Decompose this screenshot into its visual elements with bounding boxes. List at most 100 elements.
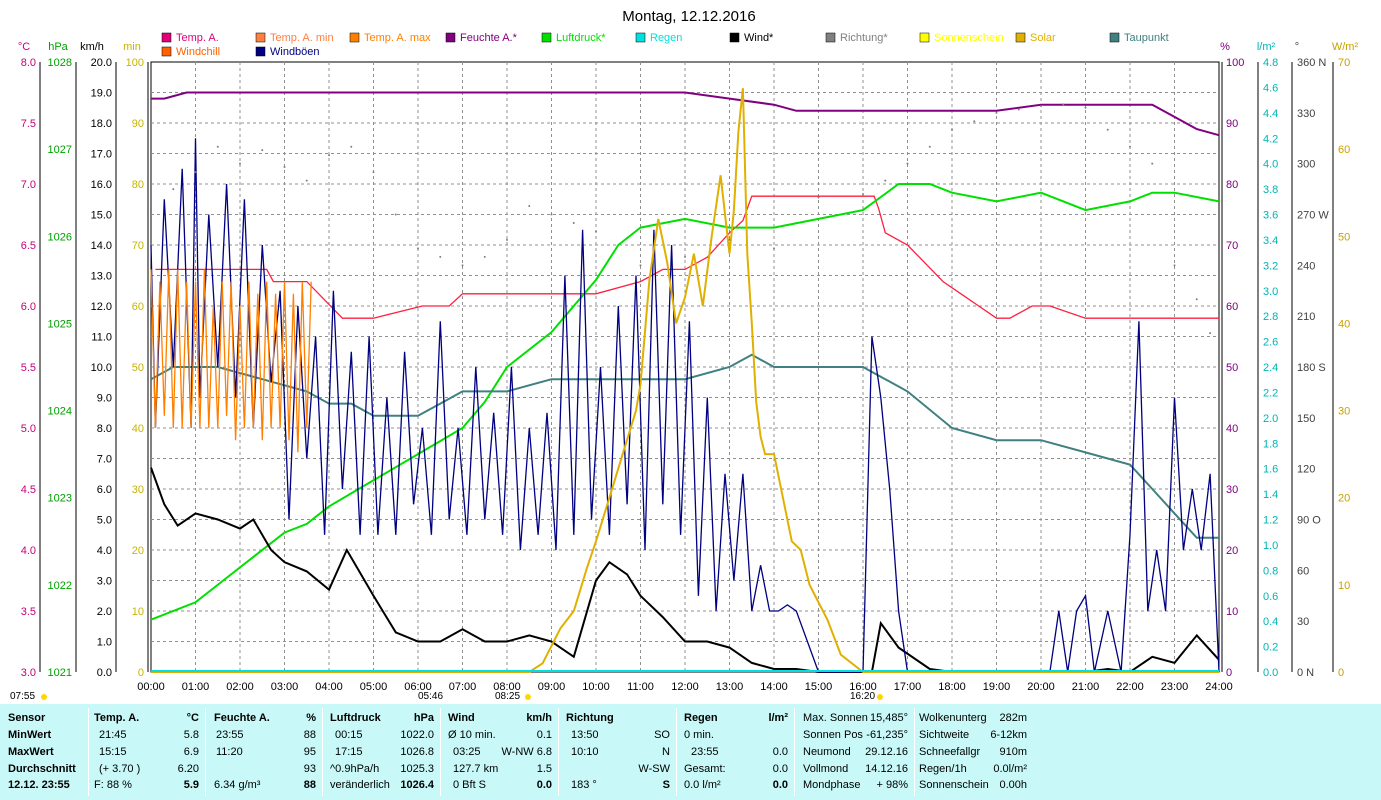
direction-point bbox=[995, 111, 998, 114]
humidity-axis-tick: 90 bbox=[1226, 118, 1238, 130]
x-tick-label: 23:00 bbox=[1161, 681, 1189, 693]
solar-axis-tick: 10 bbox=[1338, 580, 1350, 592]
rain-header: Regen bbox=[684, 712, 718, 724]
wind-min-value: 0.1 bbox=[536, 729, 552, 741]
wind-axis-tick: 2.0 bbox=[97, 606, 112, 618]
x-tick-label: 00:00 bbox=[137, 681, 165, 693]
solar-axis-tick: 40 bbox=[1338, 318, 1350, 330]
rain-unit: l/m² bbox=[768, 712, 788, 724]
wind-avg-label: Ø 10 min. bbox=[448, 729, 496, 741]
legend-swatch bbox=[1109, 32, 1120, 43]
direction-point bbox=[973, 120, 976, 123]
rain-max-time: 23:55 bbox=[691, 746, 719, 758]
direction-point bbox=[172, 188, 175, 191]
temp-axis-tick: 7.5 bbox=[21, 118, 36, 130]
rain-axis-tick: 1.0 bbox=[1263, 540, 1278, 552]
wind-axis-tick: 13.0 bbox=[91, 271, 112, 283]
direction-point bbox=[194, 171, 197, 174]
x-tick-label: 14:00 bbox=[760, 681, 788, 693]
wind-avg-value: 1.5 bbox=[536, 763, 552, 775]
humidity-axis-tick: 20 bbox=[1226, 545, 1238, 557]
cloud-label-1: Sichtweite bbox=[919, 729, 970, 741]
x-tick-label: 10:00 bbox=[582, 681, 610, 693]
rain-axis-tick: 0.2 bbox=[1263, 642, 1278, 654]
x-tick-label: 24:00 bbox=[1205, 681, 1233, 693]
x-tick-label: 04:00 bbox=[315, 681, 343, 693]
weather-chart: Montag, 12.12.201600:00 01:00 02:00 03:00 04… bbox=[10, 8, 1358, 702]
astro-value-4: + 98% bbox=[876, 779, 909, 791]
legend-label: Windböen bbox=[270, 46, 320, 58]
astro-label-2: Neumond bbox=[803, 746, 851, 758]
sunshine-min-axis-tick: 30 bbox=[132, 484, 144, 496]
rain-axis-tick: 3.2 bbox=[1263, 260, 1278, 272]
sunshine-min-axis-tick: 60 bbox=[132, 301, 144, 313]
direction-point bbox=[483, 255, 486, 258]
rain-max-value: 0.0 bbox=[772, 746, 788, 758]
astro-value-0: 15,485° bbox=[869, 712, 908, 724]
wind-unit: km/h bbox=[526, 712, 552, 724]
pressure-unit: hPa bbox=[413, 712, 434, 724]
rain-total-label: Gesamt: bbox=[684, 763, 726, 775]
direction-axis-tick: 150 bbox=[1297, 413, 1315, 425]
solar-axis-tick: 60 bbox=[1338, 144, 1350, 156]
cloud-value-1: 6-12km bbox=[990, 729, 1027, 741]
pressure-max-value: 1026.8 bbox=[400, 746, 434, 758]
rain-axis-tick: 1.8 bbox=[1263, 438, 1278, 450]
pressure-axis-tick: 1022 bbox=[48, 580, 72, 592]
wind-axis-tick: 0.0 bbox=[97, 667, 112, 679]
direction-current-value: S bbox=[662, 779, 670, 791]
x-tick-label: 02:00 bbox=[226, 681, 254, 693]
cloud-value-4: 0.00h bbox=[999, 779, 1027, 791]
legend-label: Temp. A. max bbox=[364, 32, 431, 44]
pressure-axis-unit: hPa bbox=[48, 41, 68, 53]
humidity-header: Feuchte A. bbox=[214, 712, 270, 724]
x-tick-label: 19:00 bbox=[983, 681, 1011, 693]
sunshine-min-axis-tick: 40 bbox=[132, 423, 144, 435]
astro-column: Max. Sonnen 15,485° Sonnen Pos -61,235° … bbox=[795, 708, 915, 796]
legend-swatch bbox=[161, 32, 172, 43]
rain-axis-tick: 3.6 bbox=[1263, 210, 1278, 222]
solar-axis-tick: 50 bbox=[1338, 231, 1350, 243]
direction-point bbox=[951, 128, 953, 131]
sun-icon bbox=[877, 694, 883, 700]
pressure-axis-tick: 1024 bbox=[48, 406, 72, 418]
wind-beaufort: 0 Bft S bbox=[453, 779, 487, 791]
moon-icon bbox=[41, 694, 47, 700]
wind-axis-tick: 7.0 bbox=[97, 454, 112, 466]
pressure-trend: ^0.9hPa/h bbox=[330, 763, 380, 775]
direction-axis-tick: 0 N bbox=[1297, 667, 1314, 679]
wind-axis-tick: 4.0 bbox=[97, 545, 112, 557]
direction-point bbox=[684, 255, 686, 258]
wind-axis-tick: 11.0 bbox=[91, 332, 112, 344]
rain-axis-tick: 2.0 bbox=[1263, 413, 1278, 425]
direction-axis-tick: 210 bbox=[1297, 311, 1315, 323]
temp-axis-tick: 6.0 bbox=[21, 301, 36, 313]
humidity-axis-tick: 50 bbox=[1226, 362, 1238, 374]
temp-current-value: 5.9 bbox=[183, 779, 199, 791]
row-label-min: MinWert bbox=[8, 729, 52, 741]
legend-swatch bbox=[1015, 32, 1026, 43]
direction-point bbox=[928, 145, 931, 148]
wind-axis-tick: 9.0 bbox=[97, 393, 112, 405]
direction-point bbox=[550, 213, 553, 216]
cloud-label-0: Wolkenunterg bbox=[919, 712, 987, 724]
astro-label-0: Max. Sonnen bbox=[803, 712, 868, 724]
direction-point bbox=[906, 162, 909, 165]
direction-point bbox=[216, 145, 219, 148]
temp-axis-tick: 4.0 bbox=[21, 545, 36, 557]
humidity-axis-tick: 30 bbox=[1226, 484, 1238, 496]
sunrise-label: 08:25 bbox=[495, 691, 520, 702]
sunshine-min-axis-tick: 90 bbox=[132, 118, 144, 130]
direction-point bbox=[261, 149, 264, 152]
rain-column: Regen l/m² 0 min. 23:55 0.0 Gesamt: 0.0 … bbox=[677, 708, 795, 796]
rain-axis-tick: 4.4 bbox=[1263, 108, 1278, 120]
direction-axis-tick: 90 O bbox=[1297, 515, 1321, 527]
humidity-min-time: 23:55 bbox=[216, 729, 244, 741]
rain-axis-tick: 1.4 bbox=[1263, 489, 1278, 501]
x-tick-label: 17:00 bbox=[894, 681, 922, 693]
direction-point bbox=[305, 179, 308, 182]
temp-axis-tick: 4.5 bbox=[21, 484, 36, 496]
legend-swatch bbox=[729, 32, 740, 43]
direction-point bbox=[1084, 106, 1087, 109]
x-tick-label: 01:00 bbox=[182, 681, 210, 693]
